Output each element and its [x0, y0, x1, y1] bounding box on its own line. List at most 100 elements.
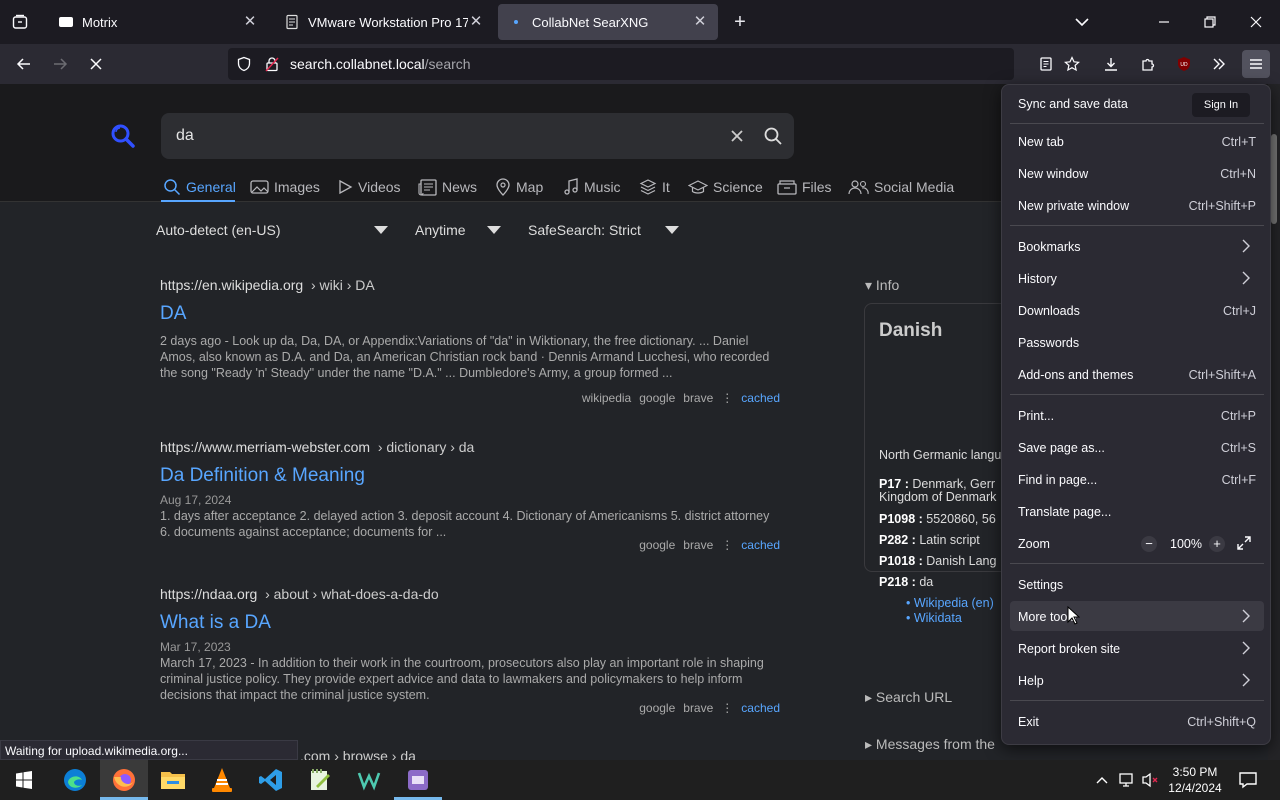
vlc-player-icon[interactable] — [198, 760, 246, 800]
engine-messages-section[interactable]: ▸ Messages from the — [865, 736, 995, 753]
tab-general[interactable]: General — [163, 177, 236, 197]
mouse-pointer-icon — [1067, 606, 1080, 626]
tab-map[interactable]: Map — [495, 177, 543, 197]
extensions-puzzle-icon[interactable] — [1136, 52, 1160, 76]
back-arrow-icon[interactable] — [12, 52, 36, 76]
infobox-header-label: Info — [875, 277, 900, 293]
menu-item-exit[interactable]: Exit Ctrl+Shift+Q — [1010, 706, 1264, 736]
insecure-lock-icon[interactable] — [260, 52, 284, 76]
restore-button[interactable] — [1198, 10, 1222, 34]
tab-news[interactable]: News — [418, 177, 477, 197]
system-clock[interactable]: 3:50 PM 12/4/2024 — [1160, 764, 1230, 796]
menu-item-print[interactable]: Print... Ctrl+P — [1010, 400, 1264, 430]
infobox-header[interactable]: ▾ Info — [865, 277, 899, 294]
new-tab-button[interactable]: + — [728, 10, 752, 34]
menu-item-more-tools[interactable]: More tools — [1010, 601, 1264, 631]
close-tab-icon[interactable]: ✕ — [468, 14, 484, 30]
menu-item-new-window[interactable]: New window Ctrl+N — [1010, 158, 1264, 188]
edge-browser-icon[interactable] — [51, 760, 99, 800]
minimize-button[interactable] — [1152, 10, 1176, 34]
clear-search-icon[interactable] — [729, 128, 745, 144]
network-icon[interactable] — [1118, 772, 1136, 788]
more-tools-chevron-icon[interactable] — [1207, 52, 1231, 76]
result-url[interactable]: https://ndaa.org › about › what-does-a-d… — [160, 586, 780, 604]
search-input[interactable]: da — [161, 113, 794, 159]
notification-center-icon[interactable] — [1238, 771, 1258, 789]
tab-files[interactable]: Files — [777, 177, 832, 197]
language-select[interactable]: Auto-detect (en-US) — [156, 222, 390, 242]
result-url[interactable]: https://en.wikipedia.org › wiki › DA — [160, 277, 780, 295]
tab-music[interactable]: Music — [563, 177, 621, 197]
zoom-in-button[interactable]: + — [1209, 536, 1225, 552]
tab-vmware[interactable]: VMware Workstation Pro 17.5.2 ✕ — [274, 4, 494, 40]
wikipedia-link[interactable]: • Wikipedia (en) — [906, 597, 994, 610]
menu-item-report-broken-site[interactable]: Report broken site — [1010, 633, 1264, 663]
tab-collabnet-searxng[interactable]: CollabNet SearXNG ✕ — [498, 4, 718, 40]
tab-list-icon[interactable] — [8, 10, 32, 34]
cached-link[interactable]: cached — [741, 538, 780, 552]
search-submit-icon[interactable] — [763, 126, 783, 146]
sign-in-button[interactable]: Sign In — [1192, 93, 1250, 117]
url-bar[interactable]: search.collabnet.local/search — [228, 48, 1080, 80]
cached-link[interactable]: cached — [741, 391, 780, 405]
stop-loading-icon[interactable] — [84, 52, 108, 76]
safesearch-select[interactable]: SafeSearch: Strict — [528, 222, 680, 242]
firefox-taskbar-icon[interactable] — [100, 760, 148, 800]
result-title-link[interactable]: Da Definition & Meaning — [160, 465, 780, 489]
file-explorer-icon[interactable] — [149, 760, 197, 800]
tab-videos[interactable]: Videos — [337, 177, 401, 197]
time-range-select[interactable]: Anytime — [415, 222, 503, 242]
vscode-icon[interactable] — [247, 760, 295, 800]
notepad-plus-plus-icon[interactable] — [296, 760, 344, 800]
scrollbar-thumb[interactable] — [1271, 134, 1277, 224]
tracking-protection-shield-icon[interactable] — [232, 52, 256, 76]
tab-social-media[interactable]: Social Media — [848, 177, 954, 197]
show-hidden-icons-chevron-icon[interactable] — [1094, 773, 1110, 787]
reader-view-icon[interactable] — [1034, 52, 1058, 76]
cached-link[interactable]: cached — [741, 701, 780, 715]
list-all-tabs-icon[interactable] — [1070, 10, 1094, 34]
menu-item-bookmarks[interactable]: Bookmarks — [1010, 231, 1264, 261]
fullscreen-icon[interactable] — [1236, 535, 1252, 551]
ublock-origin-icon[interactable]: UD — [1172, 52, 1196, 76]
menu-item-settings[interactable]: Settings — [1010, 569, 1264, 599]
menu-item-passwords[interactable]: Passwords — [1010, 327, 1264, 357]
menu-item-translate-page[interactable]: Translate page... — [1010, 496, 1264, 526]
menu-item-find-in-page[interactable]: Find in page... Ctrl+F — [1010, 464, 1264, 494]
tab-images[interactable]: Images — [250, 177, 320, 197]
wikidata-link[interactable]: • Wikidata — [906, 612, 962, 625]
windows-start-icon[interactable] — [0, 760, 48, 800]
bookmark-star-icon[interactable] — [1060, 52, 1084, 76]
purple-app-icon[interactable] — [394, 760, 442, 800]
menu-item-add-ons-and-themes[interactable]: Add-ons and themes Ctrl+Shift+A — [1010, 359, 1264, 389]
visual-studio-icon[interactable] — [345, 760, 393, 800]
searxng-logo-icon[interactable] — [110, 123, 136, 149]
close-tab-icon[interactable]: ✕ — [692, 14, 708, 30]
volume-muted-icon[interactable] — [1141, 772, 1159, 788]
tab-label: Files — [802, 179, 832, 195]
app-menu-hamburger-icon[interactable] — [1242, 50, 1270, 78]
menu-item-new-tab[interactable]: New tab Ctrl+T — [1010, 126, 1264, 156]
menu-item-history[interactable]: History — [1010, 263, 1264, 293]
result-url[interactable]: .com › browse › da — [300, 748, 920, 760]
zoom-out-button[interactable]: − — [1141, 536, 1157, 552]
menu-item-save-page-as[interactable]: Save page as... Ctrl+S — [1010, 432, 1264, 462]
zoom-level[interactable]: 100% — [1170, 537, 1202, 551]
menu-item-new-private-window[interactable]: New private window Ctrl+Shift+P — [1010, 190, 1264, 220]
downloads-icon[interactable] — [1099, 52, 1123, 76]
search-url-section[interactable]: ▸ Search URL — [865, 689, 952, 706]
menu-item-downloads[interactable]: Downloads Ctrl+J — [1010, 295, 1264, 325]
result-title-link[interactable]: What is a DA — [160, 612, 780, 636]
close-tab-icon[interactable]: ✕ — [242, 14, 258, 30]
result-title-link[interactable]: DA — [160, 303, 780, 327]
result-url[interactable]: https://www.merriam-webster.com › dictio… — [160, 439, 780, 457]
forward-arrow-icon[interactable] — [48, 52, 72, 76]
menu-item-help[interactable]: Help — [1010, 665, 1264, 695]
result-item: https://ndaa.org › about › what-does-a-d… — [160, 586, 780, 715]
close-window-button[interactable] — [1244, 10, 1268, 34]
tab-science[interactable]: Science — [688, 177, 763, 197]
tab-it[interactable]: It — [639, 177, 670, 197]
menu-label: Settings — [1018, 578, 1064, 592]
people-icon — [848, 180, 869, 195]
tab-motrix[interactable]: Motrix ✕ — [48, 4, 268, 40]
